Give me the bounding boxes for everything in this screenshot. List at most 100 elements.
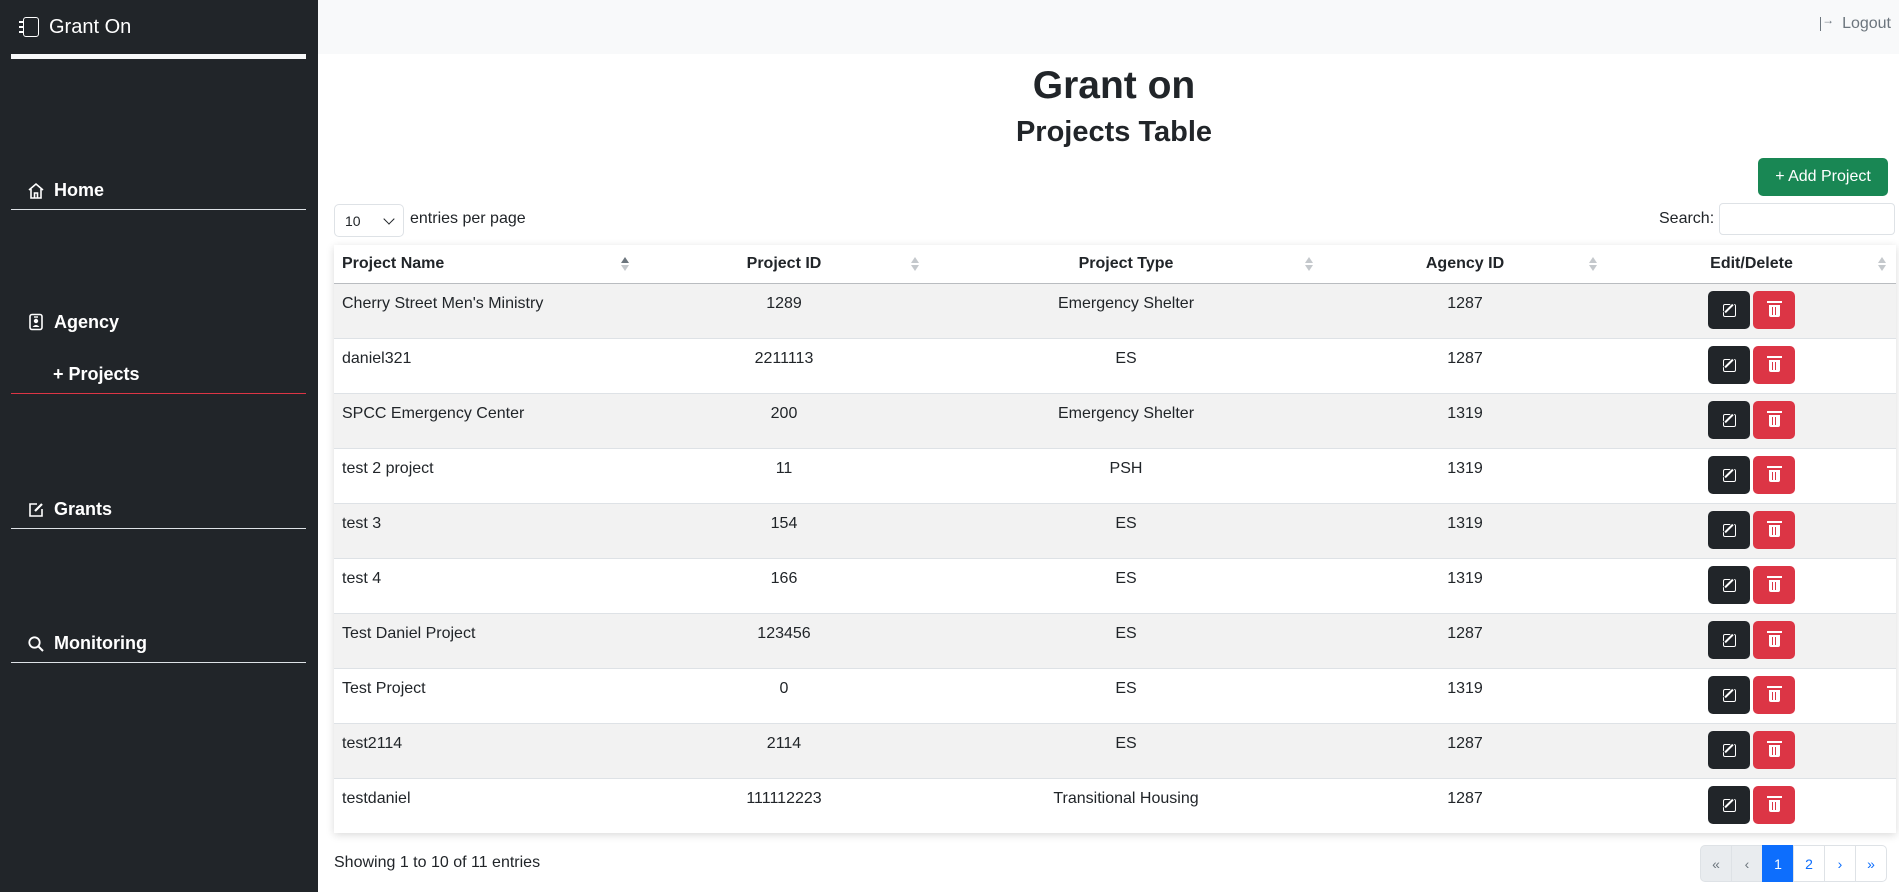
cell-agency-id: 1287 <box>1323 722 1607 778</box>
prev-page-button[interactable]: ‹ <box>1731 845 1763 882</box>
edit-button[interactable] <box>1708 565 1750 604</box>
edit-icon <box>1723 523 1736 537</box>
sidebar-item-projects[interactable]: + Projects <box>11 356 306 394</box>
search-icon <box>28 635 44 652</box>
notebook-icon <box>19 17 39 37</box>
cell-actions <box>1607 722 1896 778</box>
sidebar-item-label: Grants <box>54 499 113 519</box>
edit-icon <box>1723 303 1736 317</box>
page-1-button[interactable]: 1 <box>1762 845 1794 882</box>
col-project-name[interactable]: Project Name <box>334 245 639 284</box>
delete-button[interactable] <box>1753 565 1795 604</box>
cell-project-name: Test Daniel Project <box>334 612 639 668</box>
cell-actions <box>1607 667 1896 723</box>
edit-button[interactable] <box>1708 345 1750 384</box>
search-label: Search: <box>1659 210 1715 227</box>
col-project-type[interactable]: Project Type <box>929 245 1323 284</box>
edit-button[interactable] <box>1708 620 1750 659</box>
edit-button[interactable] <box>1708 290 1750 329</box>
chevron-down-icon <box>383 212 395 225</box>
trash-icon <box>1767 630 1782 647</box>
entries-per-page-label: entries per page <box>410 210 526 227</box>
cell-project-type: ES <box>929 502 1323 558</box>
cell-agency-id: 1319 <box>1323 557 1607 613</box>
edit-button[interactable] <box>1708 510 1750 549</box>
cell-project-id: 0 <box>639 667 929 723</box>
cell-actions <box>1607 502 1896 558</box>
edit-button[interactable] <box>1708 785 1750 824</box>
trash-icon <box>1767 740 1782 757</box>
next-page-button[interactable]: › <box>1824 845 1856 882</box>
trash-icon <box>1767 795 1782 812</box>
sort-icon <box>1305 257 1313 271</box>
delete-button[interactable] <box>1753 455 1795 494</box>
add-project-button[interactable]: + Add Project <box>1758 158 1888 196</box>
entries-per-page-select[interactable]: 10 <box>334 204 404 237</box>
sidebar-item-agency[interactable]: Agency <box>11 306 306 338</box>
edit-icon <box>1723 688 1736 702</box>
delete-button[interactable] <box>1753 345 1795 384</box>
cell-agency-id: 1319 <box>1323 502 1607 558</box>
edit-button[interactable] <box>1708 400 1750 439</box>
delete-button[interactable] <box>1753 730 1795 769</box>
logout-link[interactable]: Logout <box>1820 13 1891 33</box>
col-project-id[interactable]: Project ID <box>639 245 929 284</box>
cell-agency-id: 1287 <box>1323 337 1607 393</box>
sort-icon <box>911 257 919 271</box>
delete-button[interactable] <box>1753 675 1795 714</box>
delete-button[interactable] <box>1753 785 1795 824</box>
page-2-button[interactable]: 2 <box>1793 845 1825 882</box>
trash-icon <box>1767 465 1782 482</box>
delete-button[interactable] <box>1753 400 1795 439</box>
col-label: Project Type <box>1078 254 1174 272</box>
last-page-button[interactable]: » <box>1855 845 1887 882</box>
table-row: test 3 154 ES 1319 <box>334 502 1896 558</box>
cell-project-type: ES <box>929 612 1323 668</box>
sort-icon <box>1589 257 1597 271</box>
entries-value: 10 <box>345 212 361 229</box>
table-row: test 2 project 11 PSH 1319 <box>334 447 1896 503</box>
first-page-button[interactable]: « <box>1700 845 1732 882</box>
sidebar-item-grants[interactable]: Grants <box>11 491 306 529</box>
table-row: Cherry Street Men's Ministry 1289 Emergenc… <box>334 282 1896 338</box>
table-info: Showing 1 to 10 of 11 entries <box>334 854 541 871</box>
edit-button[interactable] <box>1708 730 1750 769</box>
edit-button[interactable] <box>1708 455 1750 494</box>
trash-icon <box>1767 685 1782 702</box>
cell-project-id: 166 <box>639 557 929 613</box>
cell-project-name: Test Project <box>334 667 639 723</box>
edit-button[interactable] <box>1708 675 1750 714</box>
cell-actions <box>1607 612 1896 668</box>
cell-actions <box>1607 337 1896 393</box>
main-content: Grant on Projects Table + Add Project 10… <box>318 54 1899 892</box>
cell-project-type: Emergency Shelter <box>929 282 1323 338</box>
cell-agency-id: 1287 <box>1323 777 1607 833</box>
logout-icon <box>1820 13 1834 31</box>
sidebar-item-monitoring[interactable]: Monitoring <box>11 625 306 663</box>
table-row: testdaniel 111112223 Transitional Housing 1… <box>334 777 1896 833</box>
col-edit-delete[interactable]: Edit/Delete <box>1607 245 1896 284</box>
brand[interactable]: Grant On <box>11 0 306 59</box>
cell-project-id: 11 <box>639 447 929 503</box>
sidebar: Grant On Home Agency + Projects Grants M… <box>0 0 318 892</box>
sidebar-item-label: Monitoring <box>54 633 147 653</box>
cell-project-name: daniel321 <box>334 337 639 393</box>
cell-agency-id: 1287 <box>1323 612 1607 668</box>
col-agency-id[interactable]: Agency ID <box>1323 245 1607 284</box>
cell-project-name: test 3 <box>334 502 639 558</box>
cell-project-type: PSH <box>929 447 1323 503</box>
search-input[interactable] <box>1719 203 1895 235</box>
delete-button[interactable] <box>1753 620 1795 659</box>
delete-button[interactable] <box>1753 290 1795 329</box>
edit-icon <box>1723 798 1736 812</box>
page-subtitle: Projects Table <box>1015 116 1213 148</box>
col-label: Project Name <box>342 254 445 272</box>
cell-actions <box>1607 392 1896 448</box>
trash-icon <box>1767 355 1782 372</box>
cell-actions <box>1607 282 1896 338</box>
pagination: « ‹ 1 2 › » <box>1700 845 1887 882</box>
sidebar-item-label: Agency <box>54 311 120 332</box>
sidebar-item-home[interactable]: Home <box>11 172 306 210</box>
delete-button[interactable] <box>1753 510 1795 549</box>
cell-project-type: Transitional Housing <box>929 777 1323 833</box>
